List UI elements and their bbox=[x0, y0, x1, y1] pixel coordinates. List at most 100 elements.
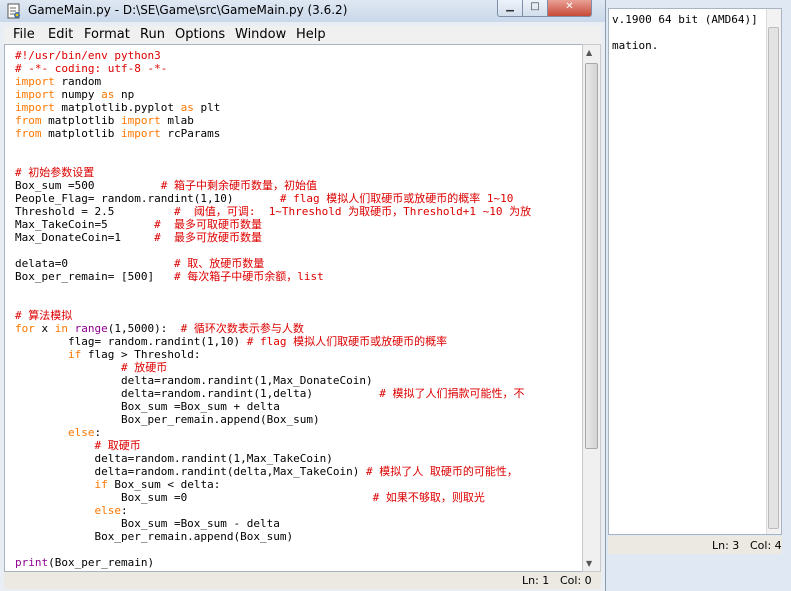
code-token: as bbox=[101, 88, 115, 101]
code-line: if flag > Threshold: bbox=[15, 348, 531, 361]
code-token: : bbox=[94, 426, 102, 439]
code-line: # 取硬币 bbox=[15, 439, 531, 452]
code-line: delta=random.randint(1,Max_TakeCoin) bbox=[15, 452, 531, 465]
code-line: Box_per_remain= [500] # 每次箱子中硬币余额，list bbox=[15, 270, 531, 283]
menu-format[interactable]: Format bbox=[84, 27, 130, 42]
menu-window[interactable]: Window bbox=[235, 27, 286, 42]
code-token: Box_sum < delta: bbox=[107, 478, 221, 491]
shell-banner-line: v.1900 64 bit (AMD64)] bbox=[612, 13, 758, 26]
code-token: delta=random.randint(1,delta) bbox=[15, 387, 380, 400]
code-line: Threshold = 2.5 # 阈值，可调: 1~Threshold 为取硬… bbox=[15, 205, 531, 218]
python-shell-window[interactable]: v.1900 64 bit (AMD64)] mation. Ln: 3 Col… bbox=[600, 0, 791, 591]
code-token: Box_sum =500 bbox=[15, 179, 161, 192]
code-token: mlab bbox=[160, 114, 194, 127]
code-token: delta=random.randint(1,Max_DonateCoin) bbox=[15, 374, 373, 387]
code-token: (1,5000): bbox=[107, 322, 181, 335]
code-line: # 初始参数设置 bbox=[15, 166, 531, 179]
code-token: delta=random.randint(1,Max_TakeCoin) bbox=[15, 452, 333, 465]
column-number: Col: 0 bbox=[560, 574, 592, 587]
code-line: flag= random.randint(1,10) # flag 模拟人们取硬… bbox=[15, 335, 531, 348]
shell-output-area[interactable]: v.1900 64 bit (AMD64)] mation. bbox=[608, 8, 782, 535]
code-token: import bbox=[120, 114, 161, 127]
maximize-button[interactable]: □ bbox=[522, 0, 548, 17]
code-line: Max_TakeCoin=5 # 最多可取硬币数量 bbox=[15, 218, 531, 231]
editor-window[interactable]: GameMain.py - D:\SE\Game\src\GameMain.py… bbox=[0, 0, 606, 591]
code-token: # flag 模拟人们取硬币或放硬币的概率 1~10 bbox=[279, 192, 514, 205]
code-token: : bbox=[120, 504, 128, 517]
code-line: Box_per_remain.append(Box_sum) bbox=[15, 530, 531, 543]
code-token: import bbox=[120, 127, 161, 140]
line-number: Ln: 1 bbox=[522, 574, 550, 587]
window-title: GameMain.py - D:\SE\Game\src\GameMain.py… bbox=[28, 3, 348, 17]
code-token: matplotlib.pyplot bbox=[54, 101, 181, 114]
editor-vertical-scrollbar[interactable]: ▲ ▼ bbox=[582, 44, 601, 572]
code-token: from bbox=[15, 114, 42, 127]
code-token: plt bbox=[193, 101, 221, 114]
code-line: delta=random.randint(delta,Max_TakeCoin)… bbox=[15, 465, 531, 478]
code-token: # 最多可放硬币数量 bbox=[154, 231, 262, 244]
code-token: matplotlib bbox=[41, 127, 121, 140]
code-line: import matplotlib.pyplot as plt bbox=[15, 101, 531, 114]
code-token: People_Flag= random.randint(1,10) bbox=[15, 192, 280, 205]
code-line: delata=0 # 取、放硬币数量 bbox=[15, 257, 531, 270]
code-token: else bbox=[67, 426, 95, 439]
code-token: x bbox=[34, 322, 55, 335]
shell-info-line: mation. bbox=[612, 39, 659, 52]
code-token: # 箱子中剩余硬币数量，初始值 bbox=[160, 179, 317, 192]
code-token: Box_per_remain= [500] bbox=[15, 270, 174, 283]
code-token: # 每次箱子中硬币余额，list bbox=[173, 270, 324, 283]
menu-help[interactable]: Help bbox=[296, 27, 326, 42]
code-token: # 阈值，可调: 1~Threshold 为取硬币，Threshold+1 ~1… bbox=[173, 205, 532, 218]
code-line: Box_sum =Box_sum - delta bbox=[15, 517, 531, 530]
code-token: # 循环次数表示参与人数 bbox=[180, 322, 304, 335]
minimize-button[interactable]: ▁ bbox=[497, 0, 523, 17]
code-line: # 算法模拟 bbox=[15, 309, 531, 322]
menu-edit[interactable]: Edit bbox=[48, 27, 73, 42]
scroll-up-arrow-icon[interactable]: ▲ bbox=[586, 48, 592, 57]
code-line: else: bbox=[15, 426, 531, 439]
code-token: for bbox=[15, 322, 35, 335]
code-token: # -*- coding: utf-8 -*- bbox=[15, 62, 168, 75]
scroll-down-arrow-icon[interactable]: ▼ bbox=[586, 559, 592, 568]
editor-scroll-thumb[interactable] bbox=[585, 63, 598, 449]
code-token: random bbox=[54, 75, 102, 88]
code-token: #!/usr/bin/env python3 bbox=[15, 49, 161, 62]
code-token: matplotlib bbox=[41, 114, 121, 127]
code-line: else: bbox=[15, 504, 531, 517]
close-button[interactable]: ✕ bbox=[547, 0, 592, 17]
code-token: import bbox=[15, 88, 55, 101]
editor-status-bar: Ln: 1 Col: 0 bbox=[4, 572, 601, 589]
code-token: import bbox=[15, 101, 55, 114]
code-line: Max_DonateCoin=1 # 最多可放硬币数量 bbox=[15, 231, 531, 244]
code-token: if bbox=[94, 478, 108, 491]
code-line: Box_sum =0 # 如果不够取，则取光 bbox=[15, 491, 531, 504]
code-token: delata=0 bbox=[15, 257, 174, 270]
code-editor[interactable]: #!/usr/bin/env python3 # -*- coding: utf-… bbox=[4, 44, 584, 572]
code-line: print(Box_per_remain) bbox=[15, 556, 531, 569]
code-token: # 放硬币 bbox=[120, 361, 168, 374]
code-token: # 模拟了人们捐款可能性，不 bbox=[379, 387, 525, 400]
shell-vertical-scrollbar[interactable] bbox=[766, 9, 781, 534]
code-line: if Box_sum < delta: bbox=[15, 478, 531, 491]
code-line: People_Flag= random.randint(1,10) # flag… bbox=[15, 192, 531, 205]
menu-run[interactable]: Run bbox=[140, 27, 165, 42]
code-token: # 取、放硬币数量 bbox=[173, 257, 265, 270]
title-bar[interactable]: GameMain.py - D:\SE\Game\src\GameMain.py… bbox=[0, 0, 605, 22]
code-line: from matplotlib import mlab bbox=[15, 114, 531, 127]
code-token: Box_sum =0 bbox=[15, 491, 373, 504]
code-token: np bbox=[114, 88, 135, 101]
code-token: if bbox=[67, 348, 82, 361]
menu-file[interactable]: File bbox=[13, 27, 35, 42]
code-token: range bbox=[74, 322, 108, 335]
code-lines: #!/usr/bin/env python3 # -*- coding: utf-… bbox=[15, 49, 531, 569]
code-line: import numpy as np bbox=[15, 88, 531, 101]
code-token: # 算法模拟 bbox=[15, 309, 73, 322]
shell-scroll-thumb[interactable] bbox=[768, 27, 779, 529]
shell-status-bar: Ln: 3 Col: 4 bbox=[608, 536, 782, 554]
menu-options[interactable]: Options bbox=[175, 27, 225, 42]
